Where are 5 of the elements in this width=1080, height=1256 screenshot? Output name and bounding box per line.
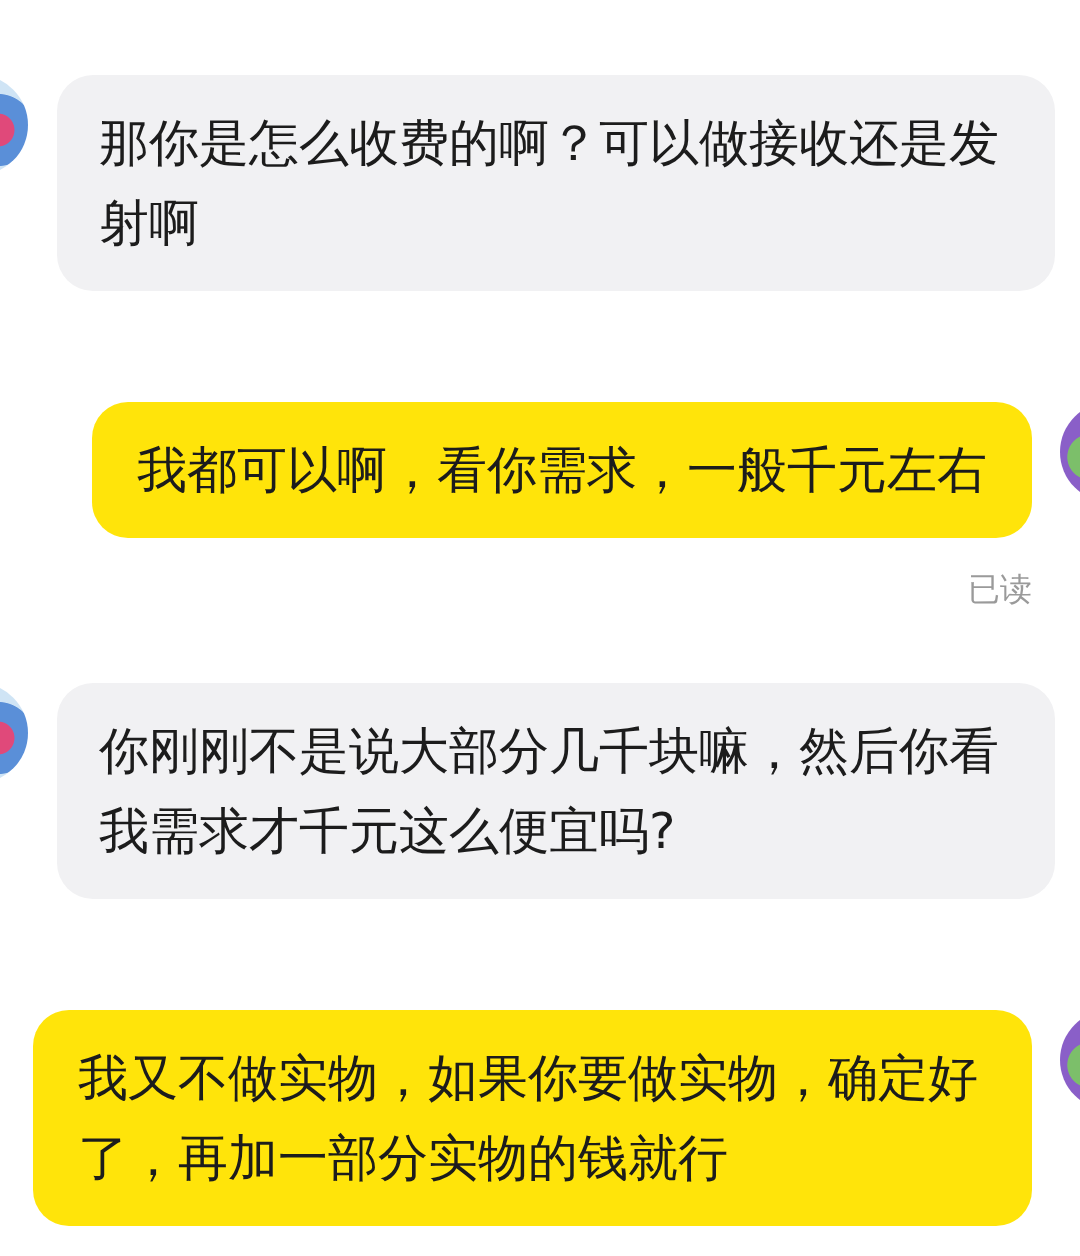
message-bubble: 我又不做实物，如果你要做实物，确定好了，再加一部分实物的钱就行 <box>33 1010 1032 1226</box>
message-bubble: 那你是怎么收费的啊？可以做接收还是发射啊 <box>57 75 1055 291</box>
message-bubble: 你刚刚不是说大部分几千块嘛，然后你看我需求才千元这么便宜吗? <box>57 683 1055 899</box>
read-receipt: 已读 <box>968 569 1032 610</box>
message-bubble: 我都可以啊，看你需求，一般千元左右 <box>92 402 1032 538</box>
